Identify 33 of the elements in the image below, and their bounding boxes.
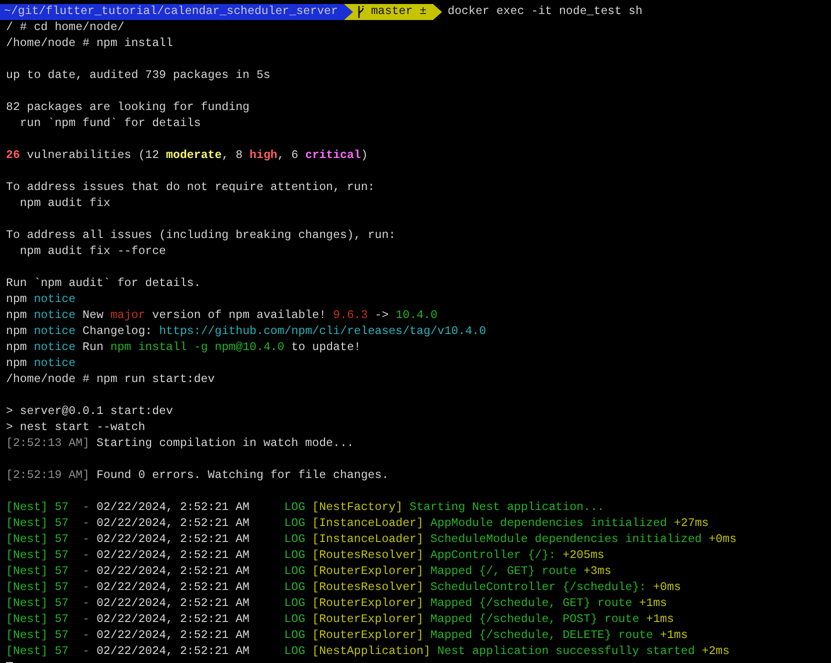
command-text: docker exec -it node_test sh bbox=[448, 4, 642, 20]
terminal-line: npm audit fix --force bbox=[18, 244, 166, 260]
terminal-line: [Nest] 57 - 02/22/2024, 2:52:21 AM LOG [InstanceLoader] AppModule dependencies initialized +27ms bbox=[6, 516, 709, 532]
terminal-line: To address all issues (including breaking changes), run: bbox=[6, 228, 396, 244]
terminal-line: run `npm fund` for details bbox=[18, 116, 201, 132]
terminal-line: [Nest] 57 - 02/22/2024, 2:52:21 AM LOG [NestApplication] Nest application successfully started +2ms bbox=[6, 644, 730, 660]
terminal-line: up to date, audited 739 packages in 5s bbox=[6, 68, 270, 84]
terminal-line: [2:52:13 AM] Starting compilation in watch mode... bbox=[6, 436, 354, 452]
terminal-line: [Nest] 57 - 02/22/2024, 2:52:21 AM LOG [NestFactory] Starting Nest application... bbox=[6, 500, 604, 516]
terminal-line: npm notice Changelog: https://github.com/npm/cli/releases/tag/v10.4.0 bbox=[6, 324, 486, 340]
terminal-line: npm audit fix bbox=[18, 196, 110, 212]
terminal-line: [Nest] 57 - 02/22/2024, 2:52:21 AM LOG [RouterExplorer] Mapped {/schedule, POST} route +1ms bbox=[6, 612, 674, 628]
terminal-line: npm notice bbox=[6, 292, 76, 308]
terminal-line: /home/node # npm run start:dev bbox=[6, 372, 215, 388]
terminal-line: /home/node # npm install bbox=[6, 36, 173, 52]
terminal-line: [2:52:19 AM] Found 0 errors. Watching for file changes. bbox=[6, 468, 389, 484]
terminal-line: 82 packages are looking for funding bbox=[6, 100, 250, 116]
terminal-line: [Nest] 57 - 02/22/2024, 2:52:21 AM LOG [RoutesResolver] AppController {/}: +205ms bbox=[6, 548, 604, 564]
terminal-line: [Nest] 57 - 02/22/2024, 2:52:21 AM LOG [RoutesResolver] ScheduleController {/schedule}: +0ms bbox=[6, 580, 681, 596]
terminal-line: 26 vulnerabilities (12 moderate, 8 high, 6 critical) bbox=[6, 148, 368, 164]
terminal-line: [Nest] 57 - 02/22/2024, 2:52:21 AM LOG [RouterExplorer] Mapped {/, GET} route +3ms bbox=[6, 564, 612, 580]
terminal-line: > nest start --watch bbox=[6, 420, 146, 436]
terminal-line: > server@0.0.1 start:dev bbox=[6, 404, 173, 420]
terminal-line: [Nest] 57 - 02/22/2024, 2:52:21 AM LOG [RouterExplorer] Mapped {/schedule, GET} route +1ms bbox=[6, 596, 667, 612]
terminal-line: npm notice Run npm install -g npm@10.4.0 to update! bbox=[6, 340, 361, 356]
terminal-line: To address issues that do not require attention, run: bbox=[6, 180, 375, 196]
terminal-line: npm notice bbox=[6, 356, 76, 372]
git-branch-icon bbox=[356, 6, 365, 18]
terminal-line: [Nest] 57 - 02/22/2024, 2:52:21 AM LOG [InstanceLoader] ScheduleModule dependencies initialized +0ms bbox=[6, 532, 737, 548]
terminal-line: Run `npm audit` for details. bbox=[6, 276, 201, 292]
terminal-line: / # cd home/node/ bbox=[6, 20, 124, 36]
terminal-line: npm notice New major version of npm available! 9.6.3 -> 10.4.0 bbox=[6, 308, 438, 324]
terminal-line: [Nest] 57 - 02/22/2024, 2:52:21 AM LOG [RouterExplorer] Mapped {/schedule, DELETE} route +1ms bbox=[6, 628, 688, 644]
